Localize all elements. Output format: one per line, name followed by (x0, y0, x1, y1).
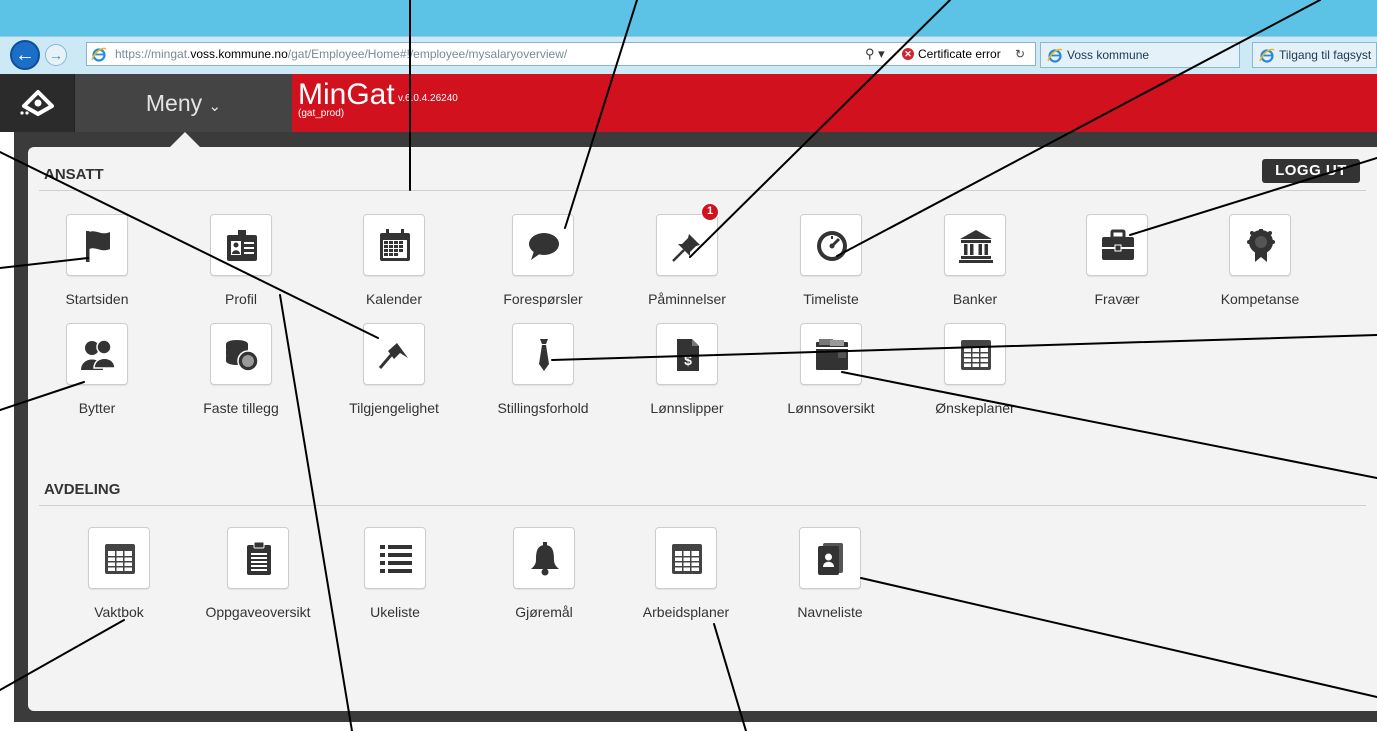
callout-line (0, 381, 85, 411)
callout-line (0, 151, 379, 339)
callout-line (0, 257, 89, 269)
callout-line (551, 334, 1377, 361)
callout-line (713, 623, 747, 731)
callout-line (860, 577, 1377, 698)
callout-line (279, 294, 353, 731)
callout-line (564, 0, 638, 229)
callout-line (0, 619, 125, 691)
callout-line (841, 371, 1377, 479)
callout-line (836, 0, 1321, 257)
callout-line (689, 0, 951, 258)
callout-line (1129, 157, 1377, 236)
annotation-callouts (0, 0, 1377, 731)
